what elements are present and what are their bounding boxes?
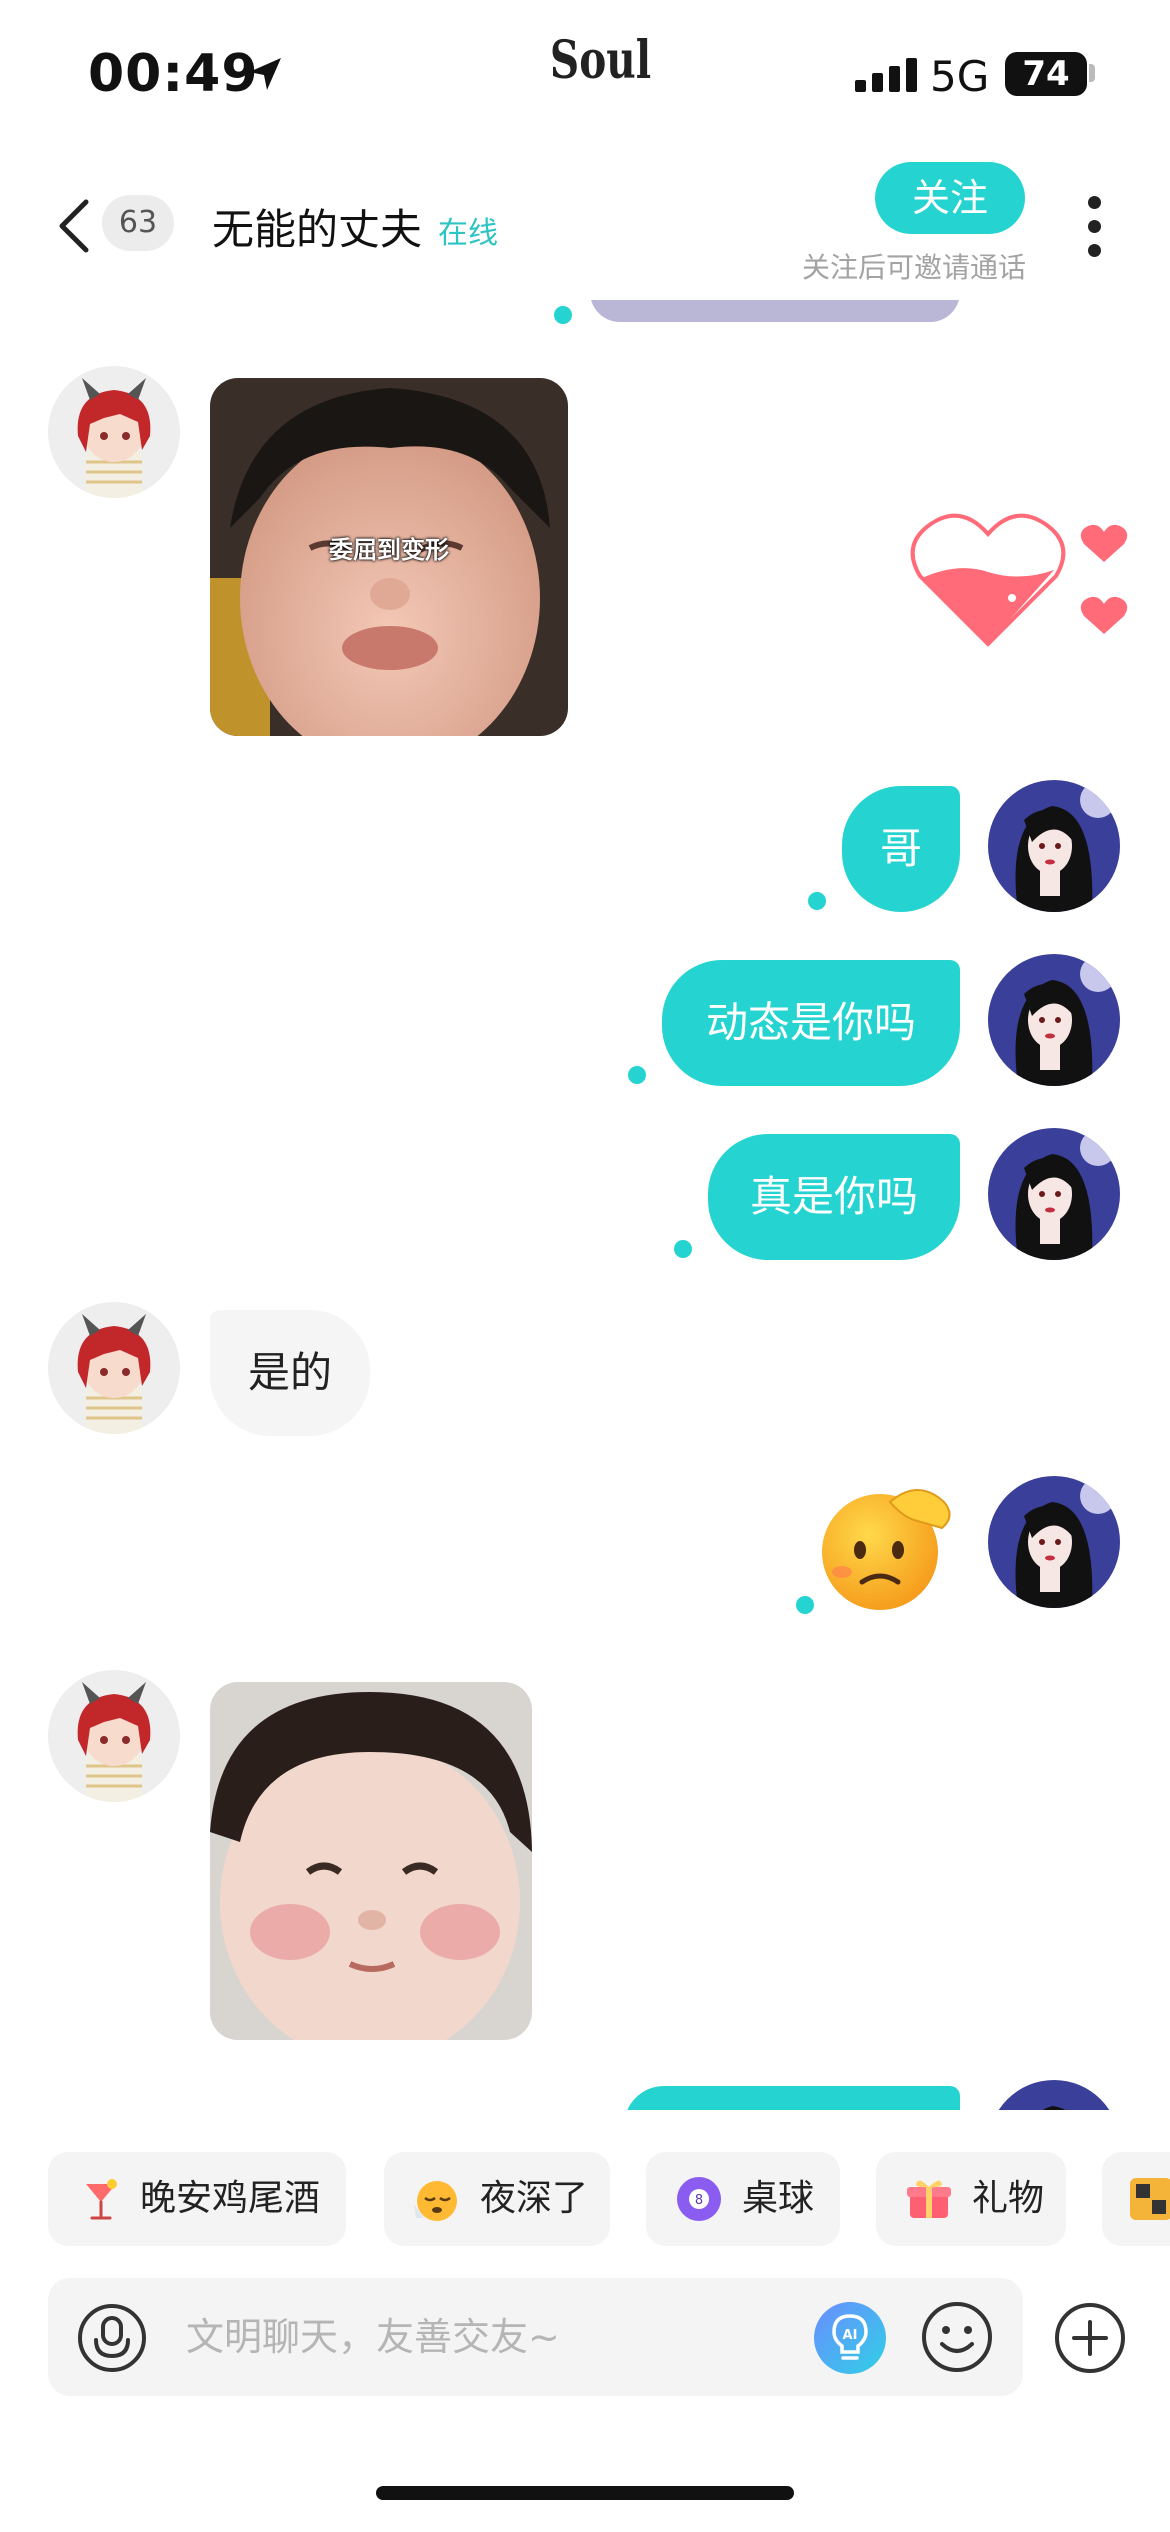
battery-tip	[1089, 64, 1095, 82]
partial-outgoing-message[interactable]	[624, 2086, 960, 2110]
online-status: 在线	[438, 216, 498, 251]
my-avatar[interactable]	[988, 954, 1120, 1086]
peer-avatar[interactable]	[48, 366, 180, 498]
sent-indicator-dot	[796, 1596, 814, 1614]
my-avatar[interactable]	[988, 780, 1120, 912]
network-type: 5G	[930, 52, 990, 101]
partial-image-message[interactable]	[590, 300, 960, 322]
my-avatar[interactable]	[988, 1476, 1120, 1608]
svg-text:AI: AI	[843, 2328, 858, 2343]
peer-avatar[interactable]	[48, 1670, 180, 1802]
chip-billiards[interactable]: 8 桌球	[646, 2152, 840, 2246]
back-chevron-icon[interactable]	[52, 196, 100, 256]
emoji-smiley-icon[interactable]	[920, 2300, 994, 2374]
svg-text:8: 8	[695, 2193, 703, 2208]
sent-indicator-dot	[554, 306, 572, 324]
chip-label: 桌球	[742, 2178, 815, 2219]
chip-label: 晚安鸡尾酒	[140, 2178, 321, 2219]
chat-peer-name[interactable]: 无能的丈夫	[212, 196, 422, 257]
plus-icon[interactable]	[1054, 2302, 1126, 2374]
sent-indicator-dot	[628, 1066, 646, 1084]
ai-assistant-icon[interactable]: AI	[812, 2300, 888, 2376]
my-avatar-partial[interactable]	[988, 2080, 1120, 2110]
unread-count-badge[interactable]: 63	[102, 195, 174, 251]
outgoing-message[interactable]: 动态是你吗	[662, 960, 960, 1086]
image-message-chubby-baby[interactable]	[210, 1682, 532, 2040]
app-brand: Soul	[549, 30, 652, 91]
home-indicator	[376, 2486, 794, 2500]
sent-indicator-dot	[808, 892, 826, 910]
cocktail-icon	[86, 2179, 117, 2220]
image-caption: 委屈到变形	[329, 536, 449, 564]
location-arrow-icon	[249, 58, 281, 90]
more-options-icon[interactable]	[1080, 192, 1110, 262]
chip-label: 夜深了	[480, 2178, 589, 2219]
status-time: 00:49	[88, 44, 259, 104]
chip-partial[interactable]	[1102, 2152, 1170, 2246]
chip-goodnight-cocktail[interactable]: 晚安鸡尾酒	[48, 2152, 346, 2246]
heart-affinity-icon[interactable]	[908, 506, 1138, 656]
incoming-message[interactable]: 是的	[210, 1310, 370, 1436]
my-avatar[interactable]	[988, 1128, 1120, 1260]
microphone-icon[interactable]	[76, 2302, 148, 2374]
chip-gift[interactable]: 礼物	[876, 2152, 1066, 2246]
peer-avatar[interactable]	[48, 1302, 180, 1434]
message-input[interactable]	[186, 2302, 786, 2372]
outgoing-message[interactable]: 真是你吗	[708, 1134, 960, 1260]
outgoing-message[interactable]: 哥	[842, 786, 960, 912]
emoji-message[interactable]	[818, 1480, 958, 1612]
chip-late-night[interactable]: 夜深了	[384, 2152, 610, 2246]
follow-button[interactable]: 关注	[875, 162, 1025, 234]
image-message-crying-baby[interactable]: 委屈到变形	[210, 378, 568, 736]
board-game-icon	[1130, 2178, 1170, 2220]
chat-area[interactable]: 委屈到变形 哥 动态是你吗 真是你吗 是的	[0, 300, 1170, 2110]
battery-indicator: 74	[1005, 52, 1087, 96]
billiard-ball-icon: 8	[677, 2177, 721, 2221]
signal-icon	[855, 58, 917, 92]
chip-label: 礼物	[972, 2178, 1045, 2219]
gift-icon	[907, 2180, 951, 2218]
sleepy-face-icon	[414, 2181, 457, 2221]
sent-indicator-dot	[674, 1240, 692, 1258]
follow-hint: 关注后可邀请通话	[801, 251, 1026, 284]
